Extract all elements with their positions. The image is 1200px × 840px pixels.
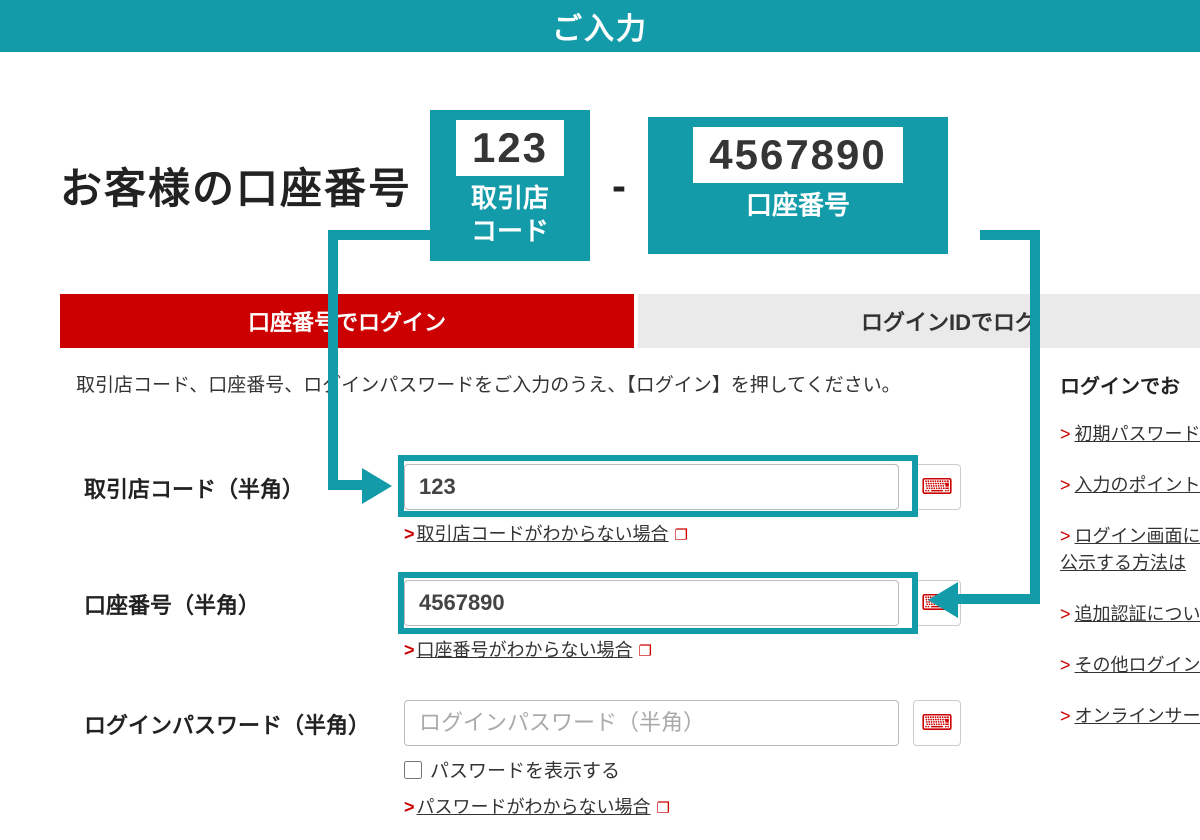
sidebar-link[interactable]: >初期パスワード bbox=[1060, 421, 1200, 448]
tab-row: 口座番号でログイン ログインIDでログ bbox=[60, 294, 1200, 348]
arrow-branch-head bbox=[362, 468, 392, 504]
password-input[interactable] bbox=[404, 700, 899, 746]
hyphen: - bbox=[612, 162, 626, 210]
sidebar-link[interactable]: >その他ログインに bbox=[1060, 652, 1200, 679]
sidebar-title: ログインでお bbox=[1060, 370, 1200, 399]
arrow-account-head bbox=[928, 582, 958, 618]
account-code-box: 4567890 口座番号 bbox=[648, 117, 948, 254]
account-code-label: 口座番号 bbox=[746, 189, 850, 240]
account-number-input[interactable] bbox=[404, 580, 899, 626]
password-field-row: ログインパスワード（半角） ⌨ パスワードを表示する >パスワードがわからない場… bbox=[84, 700, 961, 819]
sidebar-link[interactable]: >ログイン画面に便 公示する方法は bbox=[1060, 523, 1200, 577]
external-icon: ❐ bbox=[675, 527, 688, 544]
keyboard-icon-button[interactable]: ⌨ bbox=[913, 464, 961, 510]
branch-code-value: 123 bbox=[456, 120, 564, 176]
password-help-link[interactable]: >パスワードがわからない場合❐ bbox=[404, 793, 961, 819]
account-help-link[interactable]: >口座番号がわからない場合❐ bbox=[404, 636, 961, 662]
branch-field-row: 取引店コード（半角） ⌨ >取引店コードがわからない場合❐ bbox=[84, 464, 961, 546]
branch-help-link[interactable]: >取引店コードがわからない場合❐ bbox=[404, 520, 961, 546]
login-instruction: 取引店コード、口座番号、ログインパスワードをご入力のうえ、【ログイン】を押してく… bbox=[76, 370, 976, 402]
arrow-account bbox=[958, 594, 1040, 604]
sidebar-link[interactable]: >追加認証について bbox=[1060, 601, 1200, 628]
keyboard-icon-button[interactable]: ⌨ bbox=[913, 700, 961, 746]
top-bar: ご入力 bbox=[0, 0, 1200, 52]
external-icon: ❐ bbox=[657, 800, 670, 817]
tab-id-login[interactable]: ログインIDでログ bbox=[638, 294, 1200, 348]
branch-code-box: 123 取引店 コード bbox=[430, 110, 590, 261]
keyboard-icon: ⌨ bbox=[921, 474, 953, 500]
external-icon: ❐ bbox=[639, 643, 652, 660]
account-heading: お客様の口座番号 123 取引店 コード - 4567890 口座番号 bbox=[60, 110, 948, 261]
account-code-value: 4567890 bbox=[693, 127, 903, 183]
account-field-label: 口座番号（半角） bbox=[84, 580, 404, 620]
branch-code-input[interactable] bbox=[404, 464, 899, 510]
arrow-branch bbox=[328, 480, 364, 490]
account-field-row: 口座番号（半角） ⌨ >口座番号がわからない場合❐ bbox=[84, 580, 961, 662]
show-password-checkbox[interactable]: パスワードを表示する bbox=[404, 756, 961, 783]
arrow-branch bbox=[328, 230, 436, 240]
arrow-branch bbox=[328, 230, 338, 486]
tab-account-login[interactable]: 口座番号でログイン bbox=[60, 294, 634, 348]
page: ご入力 お客様の口座番号 123 取引店 コード - 4567890 口座番号 … bbox=[0, 0, 1200, 840]
login-panel: 口座番号でログイン ログインIDでログ bbox=[60, 294, 1200, 348]
show-password-input[interactable] bbox=[404, 761, 422, 779]
sidebar-link[interactable]: >入力のポイント bbox=[1060, 472, 1200, 499]
branch-code-label: 取引店 コード bbox=[471, 182, 549, 247]
top-bar-title: ご入力 bbox=[552, 4, 648, 48]
password-field-label: ログインパスワード（半角） bbox=[84, 700, 404, 740]
sidebar: ログインでお >初期パスワード >入力のポイント >ログイン画面に便 公示する方… bbox=[1060, 370, 1200, 754]
account-heading-label: お客様の口座番号 bbox=[60, 155, 412, 216]
keyboard-icon: ⌨ bbox=[921, 710, 953, 736]
arrow-account bbox=[1030, 230, 1040, 600]
sidebar-link[interactable]: >オンラインサー bbox=[1060, 703, 1200, 730]
